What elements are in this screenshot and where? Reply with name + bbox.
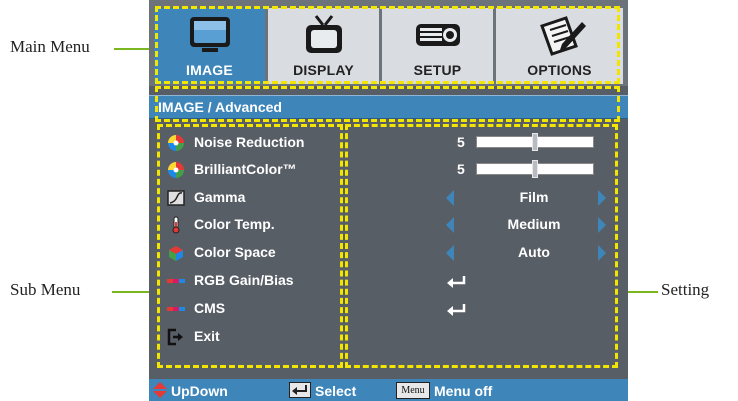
footer-updown: UpDown	[171, 383, 228, 399]
updown-arrows-icon	[153, 382, 167, 398]
tab-display[interactable]: DISPLAY	[268, 8, 381, 84]
tab-display-label: DISPLAY	[293, 62, 354, 78]
menu-item-color-space[interactable]: Color Space	[163, 242, 343, 264]
rgb-bar-icon	[167, 307, 185, 311]
menu-item-label: Color Temp.	[194, 216, 275, 232]
monitor-icon	[189, 17, 230, 52]
projector-icon	[415, 24, 460, 46]
color-space-right-arrow[interactable]	[598, 245, 606, 261]
menu-item-label: Color Space	[194, 244, 276, 260]
tv-icon	[305, 15, 342, 53]
notepad-pencil-icon	[539, 16, 586, 56]
menu-item-gamma[interactable]: Gamma	[163, 187, 343, 209]
osd-menu: IMAGE DISPLAY SETUP OPTIONS IMAGE / Adva…	[149, 0, 628, 401]
footer-menu-off: Menu off	[434, 383, 493, 399]
main-menu-callout: Main Menu	[10, 37, 90, 56]
thermometer-icon	[172, 216, 180, 234]
color-space-left-arrow[interactable]	[446, 245, 454, 261]
brilliantcolor-value: 5	[457, 161, 465, 177]
gamma-value: Film	[519, 189, 549, 205]
footer-select: Select	[315, 383, 357, 399]
menu-item-exit[interactable]: Exit	[163, 326, 343, 348]
noise-reduction-value: 5	[457, 134, 465, 150]
color-space-value: Auto	[518, 244, 550, 260]
menu-item-color-temp[interactable]: Color Temp.	[163, 214, 343, 236]
gamma-left-arrow[interactable]	[446, 190, 454, 206]
gamma-curve-icon	[167, 190, 185, 206]
setting-callout: Setting	[661, 280, 710, 299]
breadcrumb: IMAGE / Advanced	[149, 95, 628, 119]
menu-item-label: RGB Gain/Bias	[194, 272, 294, 288]
rgb-bar-icon	[167, 279, 185, 283]
tab-setup[interactable]: SETUP	[382, 8, 495, 84]
enter-key-icon	[289, 382, 311, 398]
footer-bar: UpDown Select Menu Menu off	[149, 379, 628, 401]
menu-item-cms[interactable]: CMS	[163, 298, 343, 320]
separator-band	[149, 86, 628, 94]
color-wheel-icon	[168, 162, 184, 178]
slider-thumb[interactable]	[532, 160, 538, 178]
exit-icon	[167, 328, 183, 346]
menu-item-label: Exit	[194, 328, 220, 344]
menu-item-label: Noise Reduction	[194, 134, 305, 150]
enter-icon[interactable]	[446, 275, 468, 289]
menu-key-icon: Menu	[396, 382, 430, 399]
menu-item-label: Gamma	[194, 189, 246, 205]
gamma-right-arrow[interactable]	[598, 190, 606, 206]
tab-image[interactable]: IMAGE	[154, 8, 267, 84]
main-menu-tabbar: IMAGE DISPLAY SETUP OPTIONS	[149, 0, 628, 86]
menu-item-rgb-gain-bias[interactable]: RGB Gain/Bias	[163, 270, 343, 292]
menu-item-noise-reduction[interactable]: Noise Reduction	[163, 132, 343, 154]
brilliantcolor-slider[interactable]	[476, 160, 594, 178]
enter-icon[interactable]	[446, 303, 468, 317]
tab-options[interactable]: OPTIONS	[496, 8, 623, 84]
tab-image-label: IMAGE	[186, 62, 233, 78]
breadcrumb-text: IMAGE / Advanced	[158, 99, 282, 115]
slider-thumb[interactable]	[532, 133, 538, 151]
color-cube-icon	[169, 246, 183, 261]
color-wheel-icon	[168, 135, 184, 151]
menu-item-label: BrilliantColor™	[194, 161, 297, 177]
color-temp-value: Medium	[507, 216, 561, 232]
color-temp-left-arrow[interactable]	[446, 217, 454, 233]
noise-reduction-slider[interactable]	[476, 133, 594, 151]
menu-item-brilliantcolor[interactable]: BrilliantColor™	[163, 159, 343, 181]
color-temp-right-arrow[interactable]	[598, 217, 606, 233]
sub-menu-callout: Sub Menu	[10, 280, 81, 299]
tab-setup-label: SETUP	[413, 62, 462, 78]
menu-item-label: CMS	[194, 300, 226, 316]
tab-options-label: OPTIONS	[527, 62, 592, 78]
